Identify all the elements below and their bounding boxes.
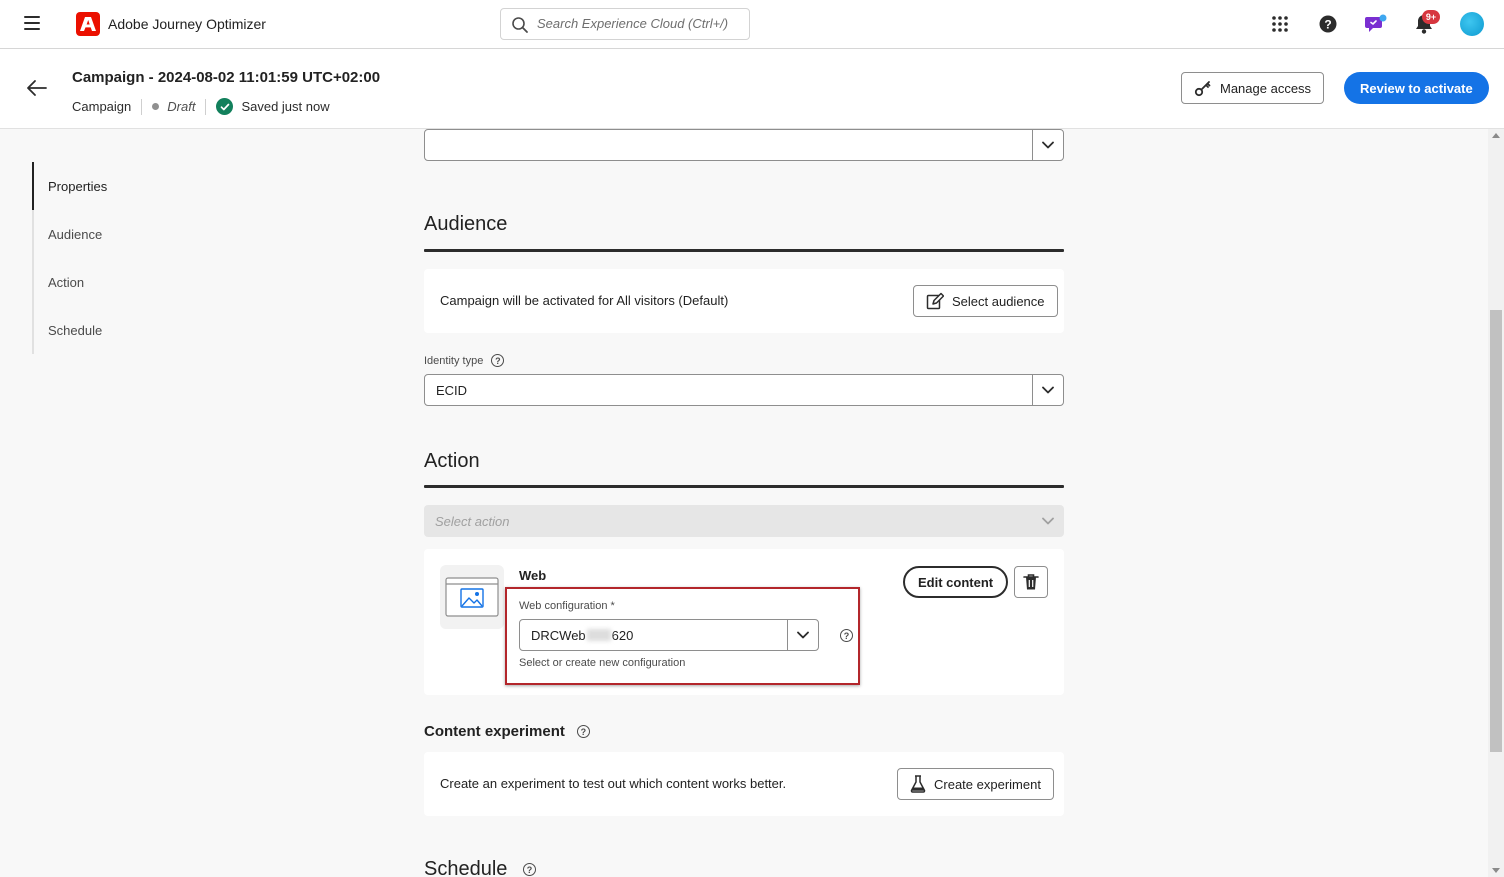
chevron-down-icon [1042,517,1054,525]
delete-button[interactable] [1014,566,1048,598]
divider [141,98,143,115]
action-heading: Action [424,450,480,472]
apps-grid-icon[interactable] [1268,12,1292,36]
nav-item-properties[interactable]: Properties [32,162,192,210]
trash-icon [1023,574,1039,590]
select-audience-button[interactable]: Select audience [913,285,1058,317]
manage-access-button[interactable]: Manage access [1181,72,1325,104]
chevron-down-icon [787,620,818,650]
checkmark-circle-icon [216,98,234,115]
section-nav: Properties Audience Action Schedule [32,162,192,354]
select-action-dropdown: Select action [424,505,1064,537]
app-name[interactable]: Adobe Journey Optimizer [108,16,266,32]
vertical-scrollbar[interactable] [1488,129,1504,877]
content-experiment-heading: Content experiment ? [424,723,590,740]
notifications-badge: 9+ [1422,10,1440,24]
create-experiment-label: Create experiment [934,776,1041,792]
web-configuration-select[interactable]: DRCWeb 620 [519,619,819,651]
web-configuration-label: Web configuration * [519,600,615,612]
manage-access-label: Manage access [1220,80,1312,96]
identity-type-value: ECID [436,382,468,398]
nav-item-schedule[interactable]: Schedule [34,306,192,354]
select-audience-label: Select audience [952,293,1045,309]
status-badge: Draft [167,99,196,114]
section-divider [424,249,1064,252]
key-icon [1194,79,1212,97]
campaign-type: Campaign [72,99,132,114]
web-configuration-label-text: Web configuration [519,600,608,612]
help-icon[interactable]: ? [576,725,590,738]
chevron-down-icon [1032,375,1063,405]
properties-dropdown[interactable] [424,129,1064,161]
web-channel-icon [440,565,504,629]
create-experiment-button[interactable]: Create experiment [897,768,1054,800]
web-configuration-value-suffix: 620 [611,627,634,643]
identity-type-text: Identity type [424,354,484,367]
section-divider [424,485,1064,488]
edit-content-button[interactable]: Edit content [903,566,1009,598]
redacted-text [586,629,611,641]
select-action-placeholder: Select action [435,513,510,529]
page-title: Campaign - 2024-08-02 11:01:59 UTC+02:00 [72,69,381,86]
nav-item-action[interactable]: Action [34,258,192,306]
scroll-up-arrow-icon[interactable] [1492,133,1500,138]
content-experiment-card: Create an experiment to test out which c… [424,752,1064,816]
adobe-logo-icon[interactable] [76,12,100,36]
save-status: Saved just now [241,99,330,114]
beaker-icon [910,775,926,793]
menu-icon[interactable] [24,16,40,30]
schedule-heading: Schedule ? [424,858,536,877]
web-configuration-hint: Select or create new configuration [519,657,686,669]
help-icon[interactable]: ? [522,863,536,877]
help-icon[interactable]: ? [840,629,853,642]
audience-heading: Audience [424,213,508,235]
shell-bar: Adobe Journey Optimizer Search Experienc… [0,0,1504,49]
edit-icon [926,292,944,310]
nav-item-audience[interactable]: Audience [34,210,192,258]
experiment-info: Create an experiment to test out which c… [440,776,787,791]
web-action-card: Web Web configuration * DRCWeb 620 ? Sel… [424,549,1064,695]
campaign-meta: Campaign Draft Saved just now [72,98,330,115]
user-avatar[interactable] [1460,12,1484,36]
feedback-chat-icon[interactable] [1364,12,1388,36]
help-icon[interactable]: ? [1316,12,1340,36]
identity-type-label: Identity type ? [424,354,505,367]
review-to-activate-button[interactable]: Review to activate [1344,72,1489,104]
chevron-down-icon [1032,130,1063,160]
campaign-header: Campaign - 2024-08-02 11:01:59 UTC+02:00… [0,49,1504,129]
scrollbar-thumb[interactable] [1490,310,1502,752]
search-icon [512,17,528,33]
schedule-title: Schedule [424,858,508,877]
audience-info: Campaign will be activated for All visit… [440,293,729,308]
search-input[interactable]: Search Experience Cloud (Ctrl+/) [500,8,750,40]
identity-type-select[interactable]: ECID [424,374,1064,406]
required-asterisk: * [610,600,615,612]
back-arrow-icon[interactable] [26,77,48,99]
svg-text:?: ? [1324,18,1331,32]
web-configuration-value-prefix: DRCWeb [531,627,586,643]
status-dot-icon [152,103,160,110]
content-experiment-title: Content experiment [424,723,565,740]
scroll-down-arrow-icon[interactable] [1492,868,1500,873]
divider [205,98,207,115]
help-icon[interactable]: ? [491,354,505,367]
search-placeholder: Search Experience Cloud (Ctrl+/) [537,16,729,31]
audience-card: Campaign will be activated for All visit… [424,269,1064,333]
web-channel-title: Web [519,568,547,583]
